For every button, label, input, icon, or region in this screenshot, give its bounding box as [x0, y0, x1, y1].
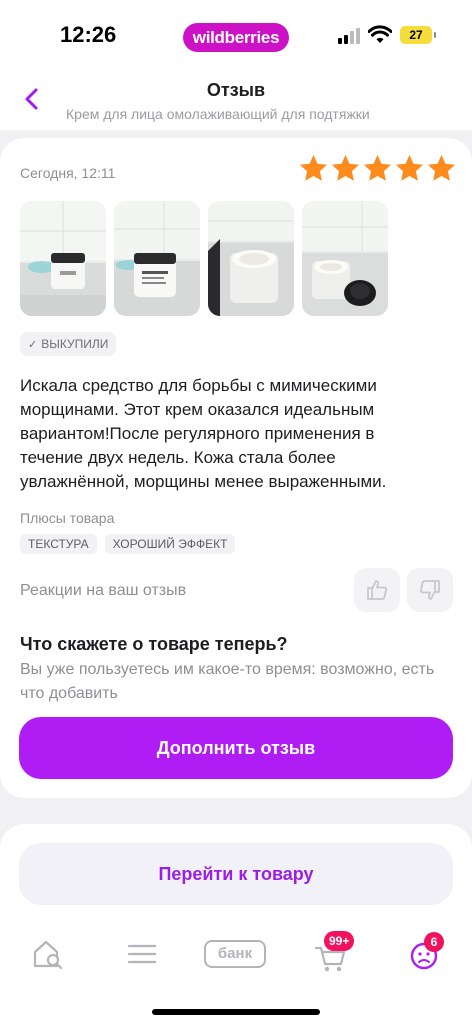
- pros-tag: ТЕКСТУРА: [20, 534, 97, 554]
- review-photo[interactable]: [302, 201, 388, 316]
- pros-label: Плюсы товара: [20, 510, 115, 526]
- review-date: Сегодня, 12:11: [20, 165, 116, 181]
- review-photos: [20, 201, 388, 316]
- review-text: Искала средство для борьбы с мимическими…: [20, 376, 387, 491]
- tab-catalog-icon[interactable]: [126, 934, 158, 974]
- review-photo[interactable]: [114, 201, 200, 316]
- goto-product-card: Перейти к товару: [0, 824, 472, 1024]
- home-indicator: [152, 1009, 320, 1015]
- like-button[interactable]: [354, 568, 400, 612]
- signal-icon: [338, 28, 362, 44]
- pros-tag: ХОРОШИЙ ЭФФЕКТ: [104, 534, 236, 554]
- star-icon: [363, 154, 392, 181]
- thumbs-up-icon: [367, 580, 387, 600]
- battery-indicator: 27: [400, 26, 436, 44]
- go-to-product-button[interactable]: Перейти к товару: [19, 843, 453, 905]
- star-icon: [331, 154, 360, 181]
- star-icon: [299, 154, 328, 181]
- star-icon: [427, 154, 456, 181]
- review-card: Сегодня, 12:11 ✓ ВЫКУПИЛИ Искала средств…: [0, 138, 472, 798]
- pros-tags: ТЕКСТУРА ХОРОШИЙ ЭФФЕКТ: [20, 534, 236, 554]
- rating-stars: [298, 153, 457, 187]
- add-to-review-button[interactable]: Дополнить отзыв: [19, 717, 453, 779]
- thumbs-down-icon: [420, 580, 440, 600]
- tab-cart[interactable]: 99+: [314, 931, 355, 974]
- brand-logo: wildberries: [183, 23, 289, 52]
- cart-count-badge: 99+: [324, 931, 355, 951]
- bought-badge: ✓ ВЫКУПИЛИ: [20, 332, 117, 356]
- star-icon: [395, 154, 424, 181]
- wifi-icon: [368, 25, 392, 43]
- bought-badge-label: ВЫКУПИЛИ: [41, 337, 109, 351]
- bank-label: банк: [204, 940, 266, 968]
- status-bar: 12:26 wildberries 27: [0, 0, 472, 70]
- check-icon: ✓: [28, 339, 38, 351]
- page-header: Отзыв Крем для лица омолаживающий для по…: [0, 70, 472, 130]
- product-name: Крем для лица омолаживающий для подтяжки: [66, 106, 410, 122]
- dislike-button[interactable]: [407, 568, 453, 612]
- review-photo[interactable]: [208, 201, 294, 316]
- reactions-label: Реакции на ваш отзыв: [20, 582, 187, 599]
- tab-profile[interactable]: 6: [408, 932, 444, 974]
- follow-up-description: Вы уже пользуетесь им какое-то время: во…: [20, 661, 435, 702]
- tab-home-icon[interactable]: [31, 934, 65, 974]
- tab-bank[interactable]: банк: [204, 934, 268, 974]
- page-title: Отзыв: [206, 80, 266, 100]
- profile-notification-badge: 6: [424, 932, 444, 952]
- review-photo[interactable]: [20, 201, 106, 316]
- follow-up-title: Что скажете о товаре теперь?: [20, 634, 288, 654]
- status-time: 12:26: [60, 22, 117, 47]
